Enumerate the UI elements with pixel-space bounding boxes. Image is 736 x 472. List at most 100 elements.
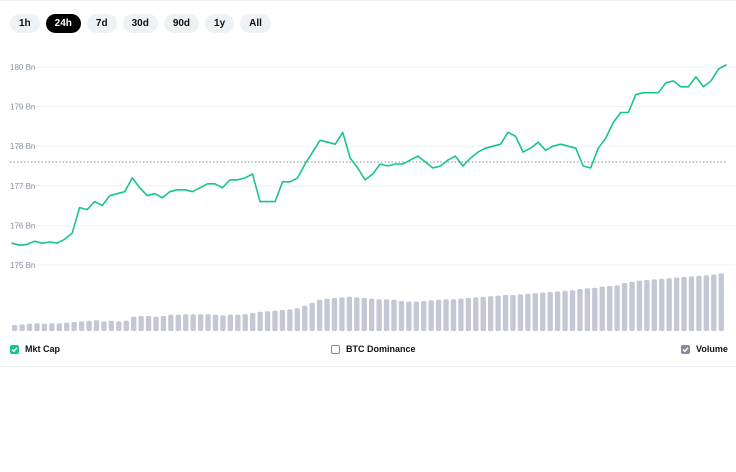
- volume-bar: [227, 314, 234, 331]
- volume-bar: [569, 290, 576, 331]
- volume-bar: [116, 321, 122, 331]
- volume-bar: [673, 277, 680, 331]
- volume-bar: [145, 316, 152, 331]
- volume-bar: [71, 322, 77, 331]
- volume-bar: [41, 323, 48, 331]
- volume-bar: [688, 276, 695, 331]
- volume-bar: [235, 314, 241, 331]
- volume-bar: [502, 295, 509, 331]
- volume-bar: [644, 280, 650, 331]
- volume-bar: [78, 321, 85, 331]
- volume-bar: [12, 325, 18, 331]
- volume-bar: [703, 275, 710, 331]
- volume-bar: [294, 308, 300, 331]
- volume-bar: [250, 313, 256, 331]
- volume-bar: [517, 294, 524, 331]
- volume-bar: [354, 297, 360, 331]
- volume-bar: [383, 299, 390, 331]
- volume-bar: [339, 297, 345, 331]
- volume-bar: [257, 311, 263, 331]
- volume-bar: [168, 314, 174, 331]
- y-tick-label: 178 Bn: [10, 142, 35, 151]
- volume-bar: [309, 302, 315, 331]
- volume-bar: [279, 310, 286, 331]
- volume-bar: [93, 320, 100, 331]
- volume-bar: [607, 286, 613, 331]
- volume-bar: [190, 314, 196, 331]
- volume-bar: [495, 295, 501, 331]
- volume-bar: [398, 301, 405, 331]
- volume-bar: [651, 279, 657, 331]
- volume-bar: [376, 299, 382, 331]
- volume-bar: [450, 299, 457, 331]
- volume-bar: [592, 287, 598, 331]
- volume-bar: [584, 288, 591, 331]
- volume-bar: [19, 324, 25, 331]
- volume-bar: [86, 320, 92, 331]
- legend-item-btc-dominance[interactable]: BTC Dominance: [331, 344, 416, 354]
- volume-bar: [131, 316, 137, 331]
- y-tick-label: 179 Bn: [10, 103, 35, 112]
- volume-bar: [696, 275, 702, 331]
- volume-bar: [577, 289, 583, 331]
- volume-bar: [435, 299, 442, 331]
- volume-bar: [56, 323, 62, 331]
- volume-bar: [153, 316, 159, 331]
- volume-bar: [101, 321, 107, 331]
- volume-bar: [183, 314, 189, 331]
- volume-bar: [614, 285, 620, 331]
- volume-bar: [718, 273, 724, 331]
- volume-bar: [346, 296, 353, 331]
- volume-bar: [197, 314, 204, 331]
- y-tick-label: 175 Bn: [10, 261, 35, 270]
- legend-item-volume[interactable]: Volume: [681, 344, 728, 354]
- volume-bar: [324, 298, 330, 331]
- volume-bar: [636, 280, 643, 331]
- volume-bar: [205, 314, 211, 331]
- volume-bar: [26, 323, 33, 331]
- checkbox-unchecked-icon[interactable]: [331, 344, 340, 354]
- volume-bar: [302, 305, 308, 331]
- volume-bar: [406, 301, 412, 331]
- volume-bar: [369, 298, 375, 331]
- volume-bar: [681, 277, 687, 331]
- volume-bar: [160, 316, 167, 331]
- divider: [0, 366, 736, 367]
- volume-bar: [272, 310, 278, 331]
- volume-bar: [421, 301, 427, 331]
- volume-bar: [123, 320, 129, 331]
- legend-label-btc-dominance: BTC Dominance: [346, 344, 416, 354]
- volume-bar: [488, 296, 494, 331]
- volume-bar: [138, 316, 144, 331]
- legend-label-mkt-cap: Mkt Cap: [25, 344, 61, 354]
- volume-bar: [49, 323, 55, 331]
- legend-item-mkt-cap[interactable]: Mkt Cap: [10, 344, 60, 354]
- volume-bar: [212, 314, 219, 331]
- volume-bar: [413, 301, 419, 331]
- volume-bar: [547, 292, 553, 331]
- volume-bar: [659, 278, 665, 331]
- volume-bar: [540, 292, 546, 331]
- volume-bar: [599, 286, 605, 331]
- volume-bar: [108, 320, 115, 331]
- volume-bar: [465, 298, 472, 331]
- volume-bar: [480, 296, 486, 331]
- volume-bar: [331, 298, 338, 331]
- y-tick-label: 180 Bn: [10, 63, 35, 72]
- volume-bar: [443, 299, 449, 331]
- checkbox-checked-icon[interactable]: [681, 344, 690, 354]
- legend-label-volume: Volume: [696, 344, 728, 354]
- y-tick-label: 177 Bn: [10, 182, 35, 191]
- volume-bar: [458, 298, 464, 331]
- volume-bar: [621, 283, 628, 331]
- volume-bar: [554, 291, 561, 331]
- checkbox-checked-icon[interactable]: [10, 344, 19, 354]
- volume-bar: [629, 281, 635, 331]
- volume-bar: [316, 299, 323, 331]
- chart-legend: Mkt Cap BTC Dominance Volume: [0, 344, 736, 358]
- y-tick-label: 176 Bn: [10, 221, 35, 230]
- volume-bar: [242, 314, 248, 331]
- volume-bar: [473, 297, 479, 331]
- volume-bar: [525, 293, 531, 331]
- market-cap-chart[interactable]: 180 Bn 179 Bn 178 Bn 177 Bn 176 Bn 175 Bn: [0, 0, 736, 340]
